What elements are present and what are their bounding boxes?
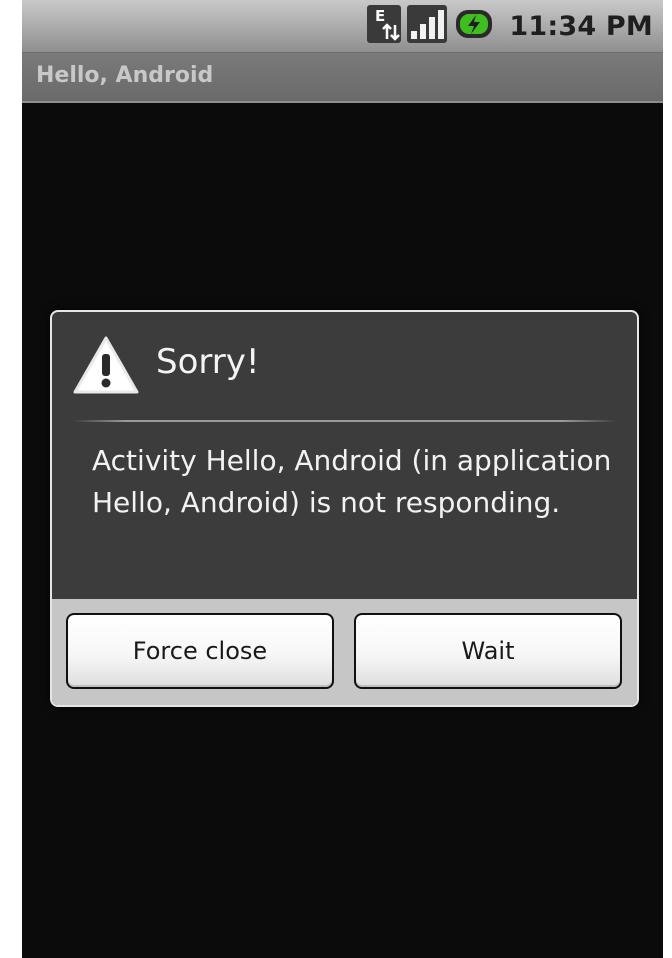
app-title-bar: Hello, Android	[22, 53, 663, 103]
dialog-divider	[72, 420, 617, 422]
status-bar: E 11:34 PM	[22, 0, 663, 53]
wait-button[interactable]: Wait	[354, 613, 622, 689]
anr-dialog: Sorry! Activity Hello, Android (in appli…	[50, 310, 639, 707]
dialog-header: Sorry!	[52, 312, 637, 417]
signal-icon	[407, 5, 448, 47]
status-clock: 11:34 PM	[509, 10, 653, 42]
dialog-title: Sorry!	[156, 342, 260, 382]
svg-text:E: E	[375, 7, 385, 25]
edge-data-icon: E	[367, 5, 402, 47]
force-close-button[interactable]: Force close	[66, 613, 334, 689]
warning-icon	[72, 334, 140, 400]
battery-charging-icon	[453, 5, 495, 47]
dialog-message: Activity Hello, Android (in application …	[92, 444, 612, 519]
app-title: Hello, Android	[36, 63, 214, 88]
dialog-button-bar: Force close Wait	[52, 599, 637, 705]
status-icons: E 11:34 PM	[367, 0, 653, 52]
phone-screen: E 11:34 PM Hello, Android Sorry! Activit…	[22, 0, 663, 958]
